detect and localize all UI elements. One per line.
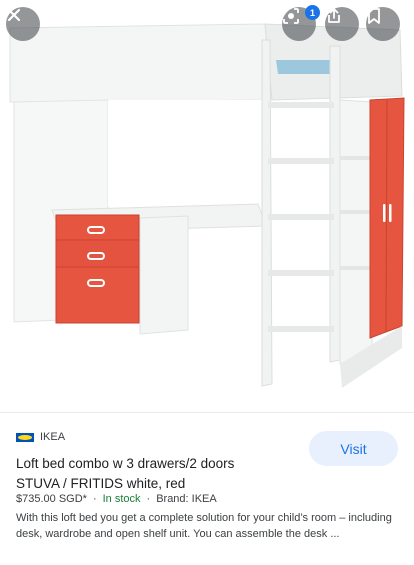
stock-status: In stock	[102, 493, 141, 505]
ikea-logo-icon	[16, 432, 34, 442]
save-button[interactable]	[366, 7, 400, 41]
share-button[interactable]	[325, 7, 359, 41]
product-description: With this loft bed you get a complete so…	[16, 512, 392, 540]
source-name: IKEA	[40, 431, 66, 443]
visit-button[interactable]: Visit	[309, 431, 398, 466]
close-button[interactable]	[6, 7, 40, 41]
lens-badge: 1	[305, 5, 320, 20]
price: $735.00 SGD*	[16, 493, 87, 505]
product-title-line1[interactable]: Loft bed combo w 3 drawers/2 doors	[16, 454, 234, 473]
product-title-line2[interactable]: STUVA / FRITIDS white, red	[16, 474, 185, 493]
close-icon	[7, 8, 21, 22]
source-row[interactable]: IKEA	[16, 431, 65, 443]
product-image[interactable]: 1	[0, 0, 414, 412]
result-info-panel: IKEA Visit Loft bed combo w 3 drawers/2 …	[0, 413, 414, 565]
loft-bed-illustration	[9, 23, 405, 388]
brand: Brand: IKEA	[156, 493, 217, 505]
separator-dot: ·	[92, 493, 97, 505]
price-row: $735.00 SGD* · In stock · Brand: IKEA	[16, 493, 217, 505]
bookmark-icon	[368, 8, 380, 24]
separator-dot: ·	[146, 493, 151, 505]
lens-icon	[283, 8, 299, 24]
share-icon	[328, 8, 340, 23]
